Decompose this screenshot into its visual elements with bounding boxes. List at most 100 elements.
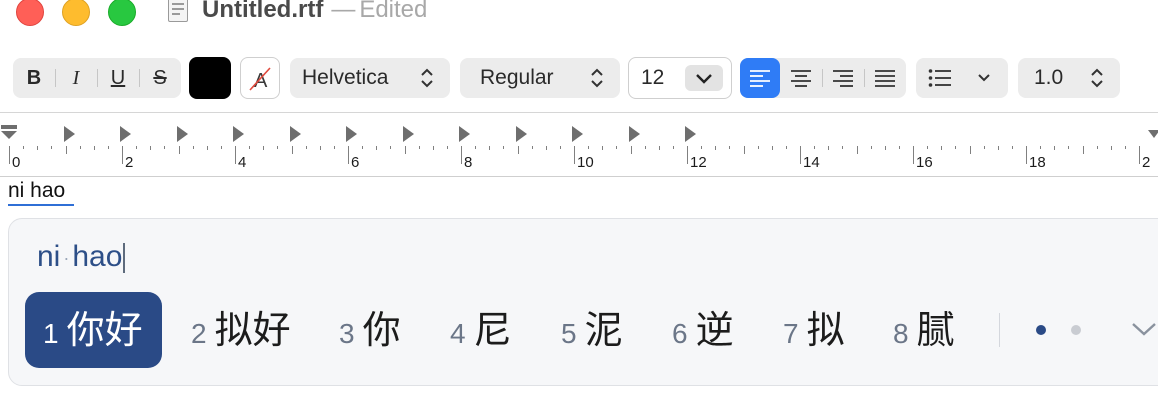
ruler-number: 16 [916, 154, 933, 171]
list-style-popup[interactable] [916, 58, 1008, 98]
candidate-number: 2 [191, 318, 207, 349]
tab-stop-marker[interactable] [629, 126, 640, 142]
candidate-number: 3 [339, 318, 355, 349]
ruler-tick [786, 146, 787, 149]
tab-stop-marker[interactable] [290, 126, 301, 142]
font-size-dropdown-button[interactable] [685, 65, 723, 91]
highlight-color-well[interactable]: A [240, 57, 280, 99]
candidate-8[interactable]: 8腻 [893, 302, 955, 367]
font-family-value: Helvetica [302, 66, 389, 89]
ruler-tick [390, 146, 391, 149]
candidate-7[interactable]: 7拟 [783, 302, 845, 367]
tab-stop-marker[interactable] [120, 126, 131, 142]
align-center-button[interactable] [780, 58, 822, 98]
preedit-syllable: hao [72, 240, 123, 273]
ruler-tick [320, 146, 321, 150]
ruler-tick [899, 146, 900, 149]
edited-status: Edited [359, 0, 428, 23]
ruler-tick [927, 146, 928, 149]
candidate-5[interactable]: 5泥 [561, 302, 623, 367]
ruler-tick [164, 146, 165, 149]
left-indent-marker-icon[interactable] [0, 124, 18, 144]
ruler-tick [1125, 146, 1126, 149]
candidate-1[interactable]: 1 你好 [43, 302, 143, 367]
zoom-window-button[interactable] [108, 0, 136, 26]
ruler-number: 4 [238, 154, 247, 171]
page-dot-active[interactable] [1036, 325, 1046, 335]
text-color-well[interactable] [189, 57, 231, 99]
ruler-tick [94, 146, 95, 150]
ruler-tick [348, 146, 349, 164]
tab-stop-marker[interactable] [64, 126, 75, 142]
ruler-tick [1040, 146, 1041, 149]
candidate-text: 你好 [66, 308, 143, 352]
font-size-combobox[interactable]: 12 [628, 57, 732, 99]
ruler-tick [645, 146, 646, 149]
align-center-icon [791, 70, 811, 87]
page-dot[interactable] [1071, 325, 1081, 335]
marked-text[interactable]: ni hao [8, 179, 65, 203]
pinyin-preedit: ni · hao [37, 239, 126, 276]
window-title[interactable]: Untitled.rtf — Edited [202, 0, 427, 26]
ruler-tick [814, 146, 815, 149]
ruler-tick [419, 146, 420, 149]
ruler-tick [122, 146, 123, 164]
ruler-tick [503, 146, 504, 149]
document-icon[interactable] [168, 0, 188, 22]
tab-stop-marker[interactable] [685, 126, 696, 142]
ruler-tick [362, 146, 363, 149]
tab-stop-marker[interactable] [516, 126, 527, 142]
right-margin-marker-icon[interactable] [1148, 130, 1158, 140]
candidate-4[interactable]: 4尼 [450, 302, 512, 367]
chevron-down-icon [696, 74, 712, 84]
tab-stop-marker[interactable] [233, 126, 244, 142]
ruler-tick [489, 146, 490, 150]
ruler-number: 10 [577, 154, 594, 171]
tab-stop-marker[interactable] [177, 126, 188, 142]
font-family-popup[interactable]: Helvetica [290, 58, 450, 98]
font-size-value: 12 [641, 66, 665, 89]
candidate-6[interactable]: 6逆 [672, 302, 734, 367]
ruler-tick [842, 146, 843, 149]
candidate-3[interactable]: 3你 [339, 302, 401, 367]
ruler-tick [518, 146, 519, 154]
ruler-tick [277, 146, 278, 149]
align-right-button[interactable] [822, 58, 864, 98]
ruler-tick [376, 146, 377, 150]
ruler-tick [221, 146, 222, 149]
justify-button[interactable] [864, 58, 906, 98]
strikethrough-button[interactable]: S [139, 58, 181, 98]
candidate-2[interactable]: 2 拟好 [191, 302, 291, 367]
ruler-tick [715, 146, 716, 150]
bold-button[interactable]: B [13, 58, 55, 98]
candidate-number: 5 [561, 318, 577, 349]
italic-button[interactable]: I [55, 58, 97, 98]
ruler-tick [1026, 146, 1027, 164]
close-window-button[interactable] [16, 0, 44, 26]
ruler-tick [1068, 146, 1069, 149]
syllable-separator-dot: · [63, 248, 70, 269]
ruler-tick [207, 146, 208, 150]
ruler-tick [1111, 146, 1112, 150]
expand-candidates-chevron-icon[interactable] [1129, 319, 1158, 339]
tab-stop-marker[interactable] [572, 126, 583, 142]
align-left-button[interactable] [740, 58, 780, 98]
ruler-tick [334, 146, 335, 149]
ruler-tick [659, 146, 660, 150]
tab-stop-marker[interactable] [403, 126, 414, 142]
ruler-tick [941, 146, 942, 150]
alignment-segmented-control [740, 58, 906, 98]
candidate-text: 逆 [695, 308, 734, 352]
candidate-text: 拟 [806, 308, 845, 352]
tab-stop-marker[interactable] [459, 126, 470, 142]
ruler-number: 12 [690, 154, 707, 171]
minimize-window-button[interactable] [62, 0, 90, 26]
font-style-popup[interactable]: Regular [460, 58, 620, 98]
line-spacing-popup[interactable]: 1.0 [1018, 58, 1120, 98]
underline-button[interactable]: U [97, 58, 139, 98]
tab-stop-marker[interactable] [346, 126, 357, 142]
align-left-icon [750, 70, 770, 87]
ruler-tick [857, 146, 858, 154]
ruler-tick [1012, 146, 1013, 149]
candidate-text: 尼 [473, 308, 512, 352]
